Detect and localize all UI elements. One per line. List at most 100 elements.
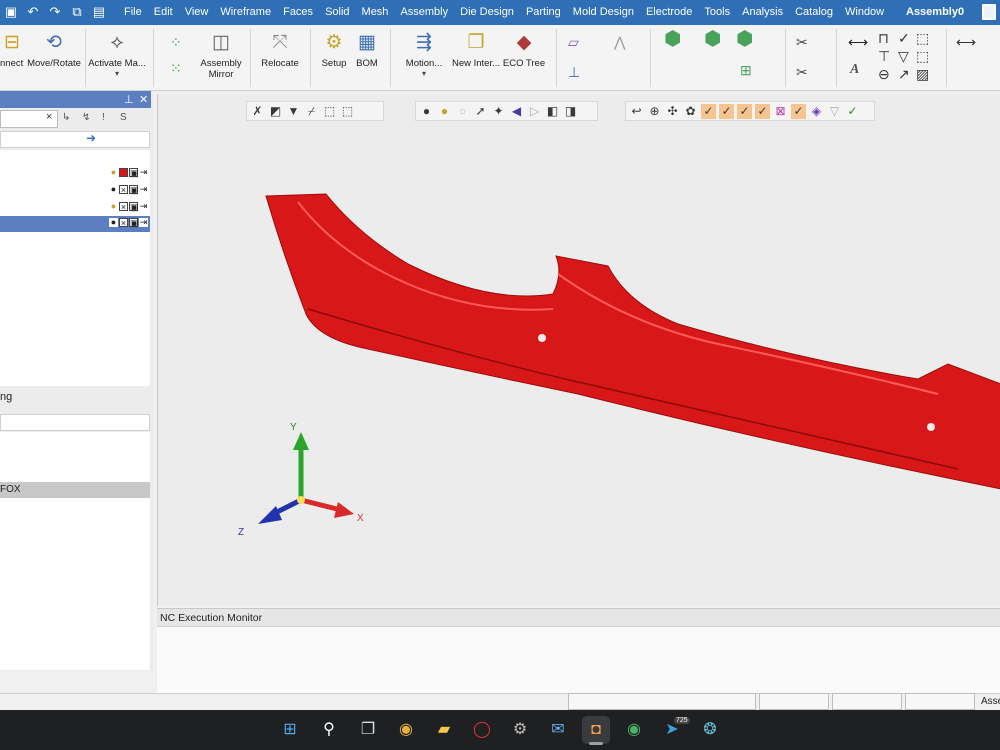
model-view[interactable] [158,94,1000,606]
lasso-select-icon[interactable]: ⬚ [340,104,355,119]
menu-faces[interactable]: Faces [277,0,319,25]
select-face-icon[interactable]: ▼ [286,104,301,119]
filter-active-icon[interactable]: ✓ [737,103,752,119]
rocker-panel-part[interactable] [265,193,1000,490]
arrow-right-icon[interactable]: ➜ [86,131,96,145]
select-edge-icon[interactable]: ⌿ [304,104,319,119]
link-icon[interactable]: ⇥ [139,168,148,177]
visibility-bulb-icon[interactable]: ● [109,202,118,211]
filter-active-icon[interactable]: ✓ [755,103,770,119]
graph-icon[interactable]: ✿ [683,104,698,119]
filter-green-icon[interactable]: ✓ [845,104,860,119]
tree-row[interactable]: ● × ▣ ⇥ [0,183,150,199]
close-icon[interactable]: ✕ [139,93,148,106]
back-icon[interactable]: ◀ [509,104,524,119]
column-header[interactable]: ! [102,112,105,123]
tree-row[interactable]: ● × ▣ ⇥ [0,200,150,216]
forward-icon[interactable]: ▷ [527,104,542,119]
datum-axes-icon[interactable]: ⊥ [568,64,580,80]
layer-icon[interactable]: ▣ [129,218,139,228]
layer-icon[interactable]: ▣ [129,202,139,212]
filter-icon[interactable]: ⊕ [647,104,662,119]
menu-catalog[interactable]: Catalog [789,0,839,25]
highlight-icon[interactable]: ✦ [491,104,506,119]
file-explorer-icon[interactable]: ▰ [430,716,458,744]
eco-tree-button[interactable]: ◆ ECO Tree [502,25,546,91]
menu-view[interactable]: View [179,0,215,25]
plane-icon[interactable]: ▱ [568,34,579,50]
link-icon[interactable]: ⇥ [139,185,148,194]
box-select-icon[interactable]: ⬚ [322,104,337,119]
frame-icon[interactable]: ⬚ [916,30,929,46]
menu-edit[interactable]: Edit [148,0,179,25]
menu-analysis[interactable]: Analysis [736,0,789,25]
color-swatch-icon[interactable]: × [119,185,128,195]
column-header[interactable]: ↯ [82,112,90,123]
leader-icon[interactable]: ↗ [898,66,910,82]
pattern-alt-icon[interactable]: ⁙ [170,60,182,76]
check-icon[interactable]: ✓ [898,30,910,46]
motion-button[interactable]: ⇶ Motion... ▾ [400,25,448,91]
select-body-icon[interactable]: ◩ [268,104,283,119]
triangle-icon[interactable]: ▽ [898,48,909,64]
chamfer-icon[interactable]: ⬢ [664,29,681,49]
undo-icon[interactable]: ↶ [24,3,42,21]
save-icon[interactable] [982,4,996,20]
dimension-icon[interactable]: ⟷ [848,34,868,50]
activate-dropdown-icon[interactable]: ▾ [86,69,148,78]
trim-icon[interactable]: ✂ [796,34,808,50]
draft-icon[interactable]: ⬢ [736,29,753,49]
symbol-icon[interactable]: ⬚ [916,48,929,64]
split-icon[interactable]: ✂ [796,64,808,80]
filter-purple-icon[interactable]: ◈ [809,104,824,119]
activate-button[interactable]: ⟡ Activate Ma... ▾ [86,25,148,91]
move-rotate-button[interactable]: ⟲ Move/Rotate [24,25,84,91]
column-header[interactable]: ↳ [62,112,70,123]
menu-mesh[interactable]: Mesh [356,0,395,25]
assembly-mirror-button[interactable]: ◫ Assembly Mirror [196,25,246,91]
layer-icon[interactable]: ▣ [129,185,139,195]
new-file-icon[interactable]: ▣ [2,3,20,21]
visibility-bulb-icon[interactable]: ● [109,185,118,194]
visibility-bulb-icon[interactable]: ● [109,218,118,227]
bom-button[interactable]: ▦ BOM [352,25,382,91]
relocate-button[interactable]: ⤧ Relocate [256,25,304,91]
menu-parting[interactable]: Parting [520,0,567,25]
image-icon[interactable]: ▨ [916,66,929,82]
list-item-selected[interactable] [0,482,150,498]
task-view-icon[interactable]: ❐ [354,716,382,744]
render-icon[interactable]: ◨ [563,104,578,119]
capture-icon[interactable]: ⧉ [68,3,86,21]
menu-mold-design[interactable]: Mold Design [567,0,640,25]
cimatron-icon[interactable]: ◘ [582,716,610,744]
search-icon[interactable]: ⚲ [315,716,343,744]
annotation-icon[interactable]: ⊓ [878,30,889,46]
cursor-icon[interactable]: ➚ [473,104,488,119]
menu-solid[interactable]: Solid [319,0,355,25]
menu-file[interactable]: File [118,0,148,25]
filter-active-icon[interactable]: ✓ [719,103,734,119]
text-icon[interactable]: A [850,62,859,78]
tree-row[interactable]: ● ▣ ⇥ [0,166,150,182]
setup-button[interactable]: ⚙ Setup [318,25,350,91]
app-icon[interactable]: ❂ [696,716,724,744]
measure-icon[interactable]: ⟷ [956,34,976,50]
menu-wireframe[interactable]: Wireframe [214,0,277,25]
visibility-bulb-icon[interactable]: ● [109,168,118,177]
color-swatch-icon[interactable] [119,168,128,177]
mail-icon[interactable]: ✉ [544,716,572,744]
opera-icon[interactable]: ◯ [468,716,496,744]
layout-icon[interactable]: ▤ [90,3,108,21]
menu-electrode[interactable]: Electrode [640,0,698,25]
light-icon[interactable]: ● [419,104,434,119]
settings-icon[interactable]: ⚙ [506,716,534,744]
link-icon[interactable]: ⇥ [139,202,148,211]
filter-gray-icon[interactable]: ▽ [827,104,842,119]
motion-dropdown-icon[interactable]: ▾ [400,69,448,78]
color-swatch-icon[interactable]: × [119,218,128,228]
surface-finish-icon[interactable]: ⊖ [878,66,890,82]
shell-icon[interactable]: ⊞ [740,62,752,78]
layer-icon[interactable]: ▣ [129,168,139,178]
tree-row-selected[interactable]: ● × ▣ ⇥ [0,216,150,232]
column-header[interactable]: S [120,112,127,123]
